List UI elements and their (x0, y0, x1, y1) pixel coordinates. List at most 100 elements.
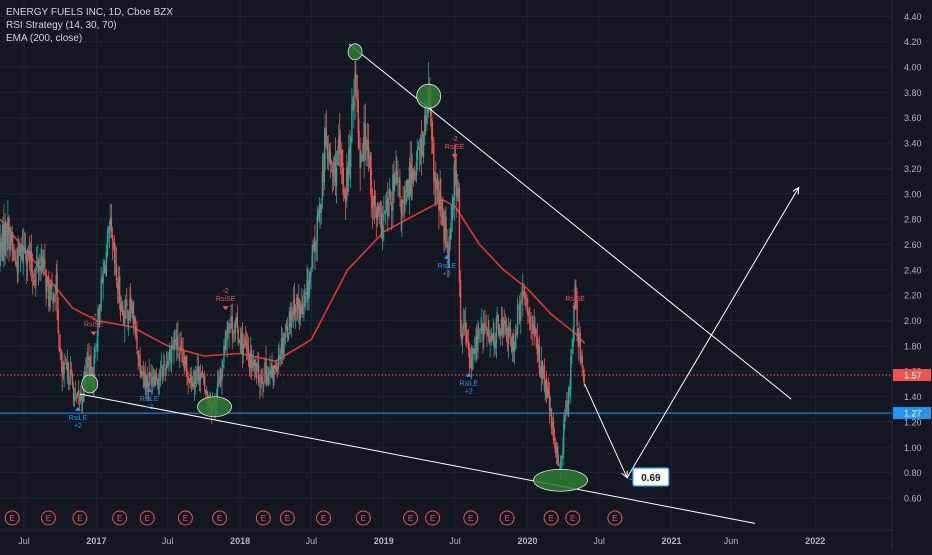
candle-body (547, 386, 550, 396)
candle-body (74, 393, 77, 394)
candle-body (552, 421, 555, 441)
candle-body (417, 147, 420, 150)
candle-body (360, 161, 362, 163)
candle-body (114, 260, 117, 263)
candle-body (397, 178, 399, 180)
chart-area[interactable]: RsiLE +2 -2 RsiSE RsiLE +2 -2 RsiSE RsiLE +2 -2 Rsi… (0, 0, 932, 550)
earnings-event-label: E (285, 514, 290, 523)
candle-body (102, 270, 104, 284)
candle-body (303, 295, 306, 307)
candle-body (455, 170, 457, 197)
x-tick-label: 2019 (374, 536, 394, 546)
candle-body (373, 195, 376, 205)
candle-body (177, 335, 179, 352)
candle-body (437, 177, 439, 189)
x-tick-label: 2022 (805, 536, 825, 546)
y-tick-label: 4.00 (904, 63, 922, 73)
y-tick-label: 4.20 (904, 37, 922, 47)
y-tick-label: 3.80 (904, 88, 922, 98)
candle-body (22, 245, 24, 262)
candle-body (356, 74, 358, 101)
candle-body (56, 272, 58, 312)
candle-body (203, 374, 206, 388)
earnings-event-label: E (321, 514, 326, 523)
candle-body (570, 355, 572, 390)
candle-body (458, 188, 461, 282)
callout-layer: 0.69 (627, 467, 670, 487)
indicator-ema[interactable]: EMA (200, close) (6, 32, 173, 45)
candle-body (54, 292, 56, 302)
candle-body (73, 395, 76, 400)
y-tick-label: 2.00 (904, 316, 922, 326)
y-tick-label: 0.80 (904, 468, 922, 478)
support-level-label: 1.27 (904, 409, 922, 419)
candle-body (163, 364, 165, 376)
y-tick-label: 3.40 (904, 139, 922, 149)
signal-label: RsiSE (565, 296, 585, 303)
earnings-event-label: E (361, 514, 366, 523)
y-tick-label: 3.00 (904, 189, 922, 199)
candle-body (225, 340, 227, 348)
signal-label: RsiLE (69, 415, 88, 422)
x-tick-label: 2020 (517, 536, 537, 546)
highlight-ellipse[interactable] (197, 396, 232, 418)
y-tick-label: 1.00 (904, 443, 922, 453)
candle-body (557, 462, 560, 466)
candle-body (422, 134, 425, 158)
candle-body (136, 335, 138, 350)
candle-body (416, 149, 418, 160)
candle-body (414, 177, 416, 179)
candle-body (561, 455, 563, 460)
x-tick-label: Jul (449, 536, 461, 546)
highlight-ellipse[interactable] (533, 468, 588, 492)
signal-qty: -2 (572, 288, 578, 295)
candle-body (255, 363, 258, 379)
candle-body (44, 260, 46, 268)
candle-body (385, 211, 387, 215)
earnings-event-label: E (117, 514, 122, 523)
candle-body (383, 213, 385, 221)
candle-body (148, 372, 150, 386)
highlight-ellipse[interactable] (347, 43, 363, 61)
candle-body (57, 309, 59, 333)
price-chart[interactable]: RsiLE+2-2RsiSERsiLE+2-2RsiSERsiLE+2-2Rsi… (0, 0, 932, 550)
x-tick-label: Jul (306, 536, 318, 546)
highlight-ellipse[interactable] (81, 374, 99, 394)
candle-body (576, 300, 578, 326)
candle-body (388, 201, 390, 216)
candle-body (396, 171, 398, 183)
candle-body (370, 167, 372, 198)
candle-body (13, 248, 15, 261)
candle-body (335, 167, 338, 187)
earnings-event-label: E (145, 514, 150, 523)
candle-body (58, 333, 60, 349)
target-callout-label: 0.69 (641, 473, 661, 484)
x-tick-label: 2021 (662, 536, 682, 546)
candle-body (317, 217, 319, 219)
current-price-label: 1.57 (904, 371, 922, 381)
signal-label: RsiLE (437, 263, 456, 270)
earnings-event-label: E (430, 514, 435, 523)
y-tick-label: 3.20 (904, 164, 922, 174)
candle-body (63, 365, 65, 374)
earnings-event-label: E (217, 514, 222, 523)
x-tick-label: Jul (162, 536, 174, 546)
candle-body (530, 328, 532, 330)
y-tick-label: 0.60 (904, 493, 922, 503)
candle-body (571, 349, 573, 355)
earnings-event-label: E (77, 514, 82, 523)
signal-label: RsiLE (459, 381, 478, 388)
candle-body (465, 330, 468, 342)
candle-body (320, 204, 322, 214)
y-tick-label: 2.60 (904, 240, 922, 250)
signal-qty: +2 (443, 271, 451, 278)
candle-body (115, 263, 118, 280)
candle-body (467, 340, 470, 350)
candle-body (350, 137, 352, 168)
earnings-event-label: E (183, 514, 188, 523)
highlight-ellipse[interactable] (416, 83, 442, 109)
indicator-rsi-strategy[interactable]: RSI Strategy (14, 30, 70) (6, 19, 173, 32)
candle-body (525, 295, 527, 306)
x-tick-label: Jun (724, 536, 739, 546)
candle-body (5, 222, 7, 240)
